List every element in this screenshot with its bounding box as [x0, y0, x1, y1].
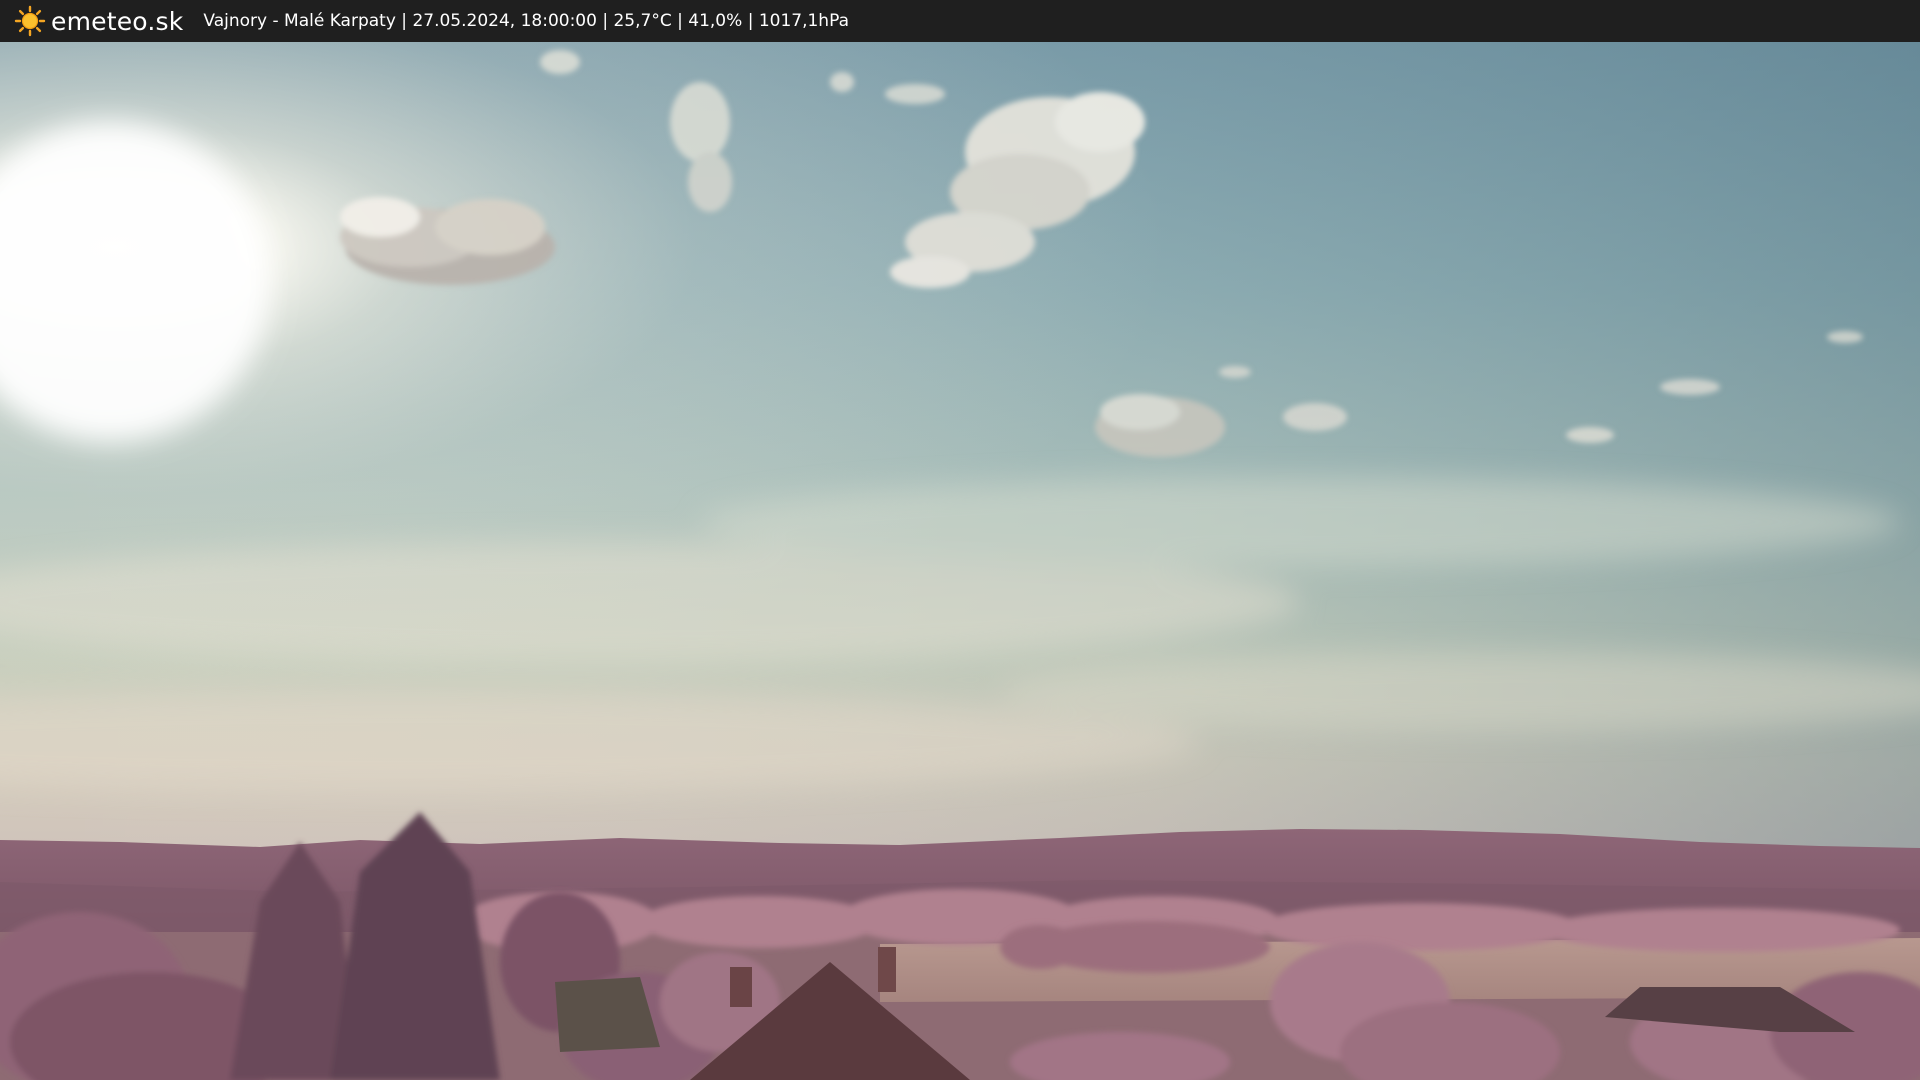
- brand-name: emeteo.sk: [51, 6, 184, 36]
- datetime-text: 27.05.2024, 18:00:00: [412, 11, 597, 31]
- temperature-text: 25,7°C: [613, 11, 672, 31]
- webcam-image: [0, 42, 1920, 1080]
- pressure-text: 1017,1hPa: [758, 11, 849, 31]
- sun-icon: [14, 5, 46, 37]
- separator: |: [677, 11, 689, 31]
- separator: |: [401, 11, 413, 31]
- location-text: Vajnory - Malé Karpaty: [203, 11, 396, 31]
- separator: |: [602, 11, 614, 31]
- info-bar: emeteo.sk Vajnory - Malé Karpaty | 27.05…: [0, 0, 1920, 42]
- station-info: Vajnory - Malé Karpaty | 27.05.2024, 18:…: [203, 11, 849, 31]
- webcam-frame: emeteo.sk Vajnory - Malé Karpaty | 27.05…: [0, 0, 1920, 1080]
- cloud: [340, 197, 555, 285]
- humidity-text: 41,0%: [688, 11, 743, 31]
- separator: |: [747, 11, 759, 31]
- site-logo[interactable]: emeteo.sk: [14, 0, 183, 42]
